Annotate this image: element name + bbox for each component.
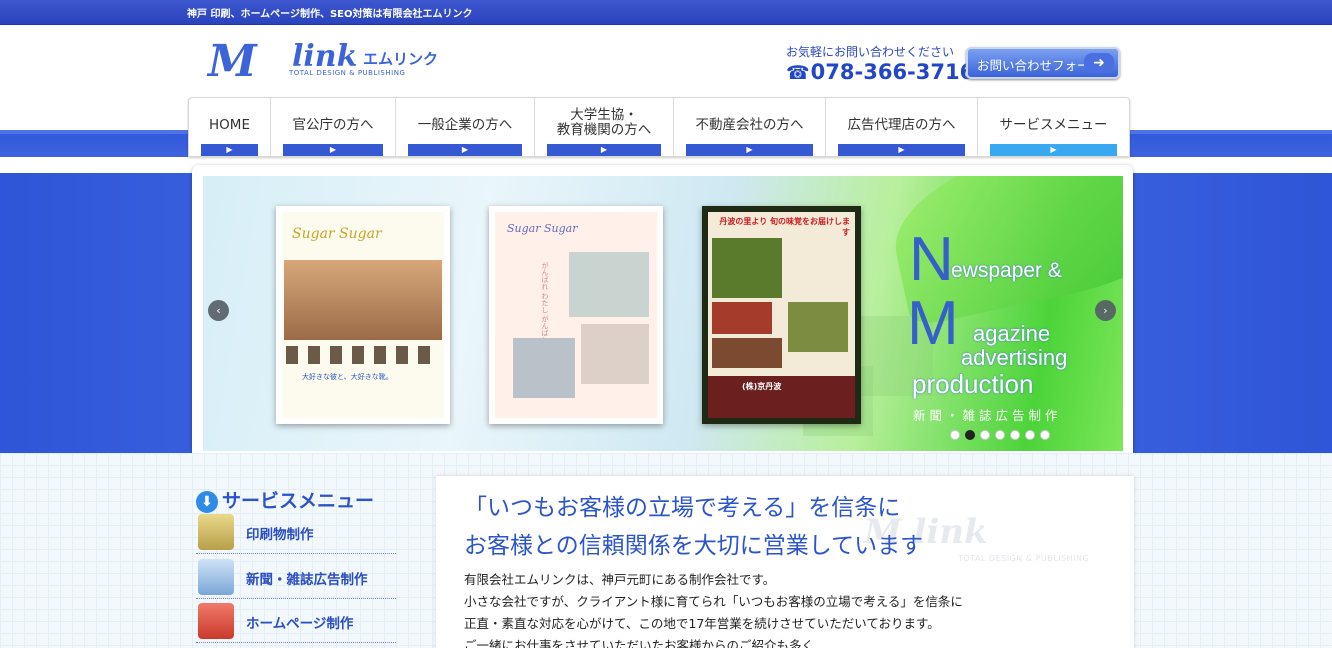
headline-japanese: 新聞・雑誌広告制作 (913, 408, 1062, 423)
storefront-icon (198, 603, 234, 639)
flyer-photo (788, 302, 848, 352)
slider-pagination (950, 430, 1050, 440)
note-icon (198, 514, 234, 550)
global-nav: HOME ▶ 官公庁の方へ ▶ 一般企業の方へ ▶ 大学生協・ 教育機関の方へ … (188, 97, 1130, 157)
contact-form-label: お問い合わせフォーム (977, 58, 1102, 73)
nav-item-agencies[interactable]: 広告代理店の方へ ▶ (826, 98, 978, 156)
services-heading: ⬇ サービスメニュー (196, 486, 374, 513)
nav-label: HOME (209, 117, 250, 133)
nav-item-universities[interactable]: 大学生協・ 教育機関の方へ ▶ (535, 98, 674, 156)
intro-heading-line2: お客様との信頼関係を大切に営業しています (464, 533, 924, 559)
nav-indicator-icon: ▶ (990, 144, 1117, 156)
logo-watermark-sub: TOTAL DESIGN & PUBLISHING (958, 554, 1090, 563)
nav-item-government[interactable]: 官公庁の方へ ▶ (271, 98, 396, 156)
nav-indicator-icon: ▶ (547, 144, 661, 156)
intro-text-line: 小さな会社ですが、クライアント様に育てられ「いつもお客様の立場で考える」を信条に (464, 594, 963, 609)
intro-panel: M link TOTAL DESIGN & PUBLISHING 「いつもお客様… (436, 476, 1134, 648)
flyer-shoes: Sugar Sugar 大好きな彼と、大好きな靴。 (276, 206, 450, 424)
headline-newspaper: ewspaper & (951, 259, 1062, 282)
flyer-photo (581, 324, 649, 384)
slider-next-button[interactable]: › (1095, 300, 1116, 321)
intro-text-line: ご一緒にお仕事をさせていただいたお客様からのご紹介も多く (464, 638, 815, 648)
newspaper-icon (198, 559, 234, 595)
flyer-title: 丹波の里より 旬の味覚をお届けします (719, 217, 850, 237)
service-label: 新聞・雑誌広告制作 (246, 572, 368, 588)
logo-mark: M (208, 36, 257, 87)
headline-magazine: agazine (973, 321, 1051, 346)
headline-advertising: advertising (961, 345, 1068, 370)
nav-indicator-icon: ▶ (201, 144, 258, 156)
flyer-photo (712, 238, 782, 298)
headline-n: N (909, 225, 954, 294)
flyer-shop-name: (株)京丹波 (742, 382, 782, 391)
down-arrow-icon: ⬇ (196, 491, 218, 513)
headline-m: M (907, 289, 959, 358)
nav-indicator-icon: ▶ (408, 144, 522, 156)
slider-dot[interactable] (965, 430, 975, 440)
service-item-print[interactable]: 印刷物制作 (196, 512, 396, 554)
nav-item-companies[interactable]: 一般企業の方へ ▶ (396, 98, 535, 156)
flyer-photo (712, 302, 772, 334)
nav-label: 不動産会社の方へ (695, 117, 804, 133)
nav-item-home[interactable]: HOME ▶ (189, 98, 271, 156)
top-strip: 神戸 印刷、ホームページ制作、SEO対策は有限会社エムリンク (0, 0, 1332, 25)
headline-production: production (912, 369, 1034, 399)
contact-lead: お気軽にお問い合わせください (786, 45, 955, 59)
flyer-shoes-row (286, 346, 440, 364)
flyer-title: Sugar Sugar (292, 226, 382, 242)
phone-text: 078-366-3716 (810, 60, 975, 84)
flyer-photo (284, 260, 442, 340)
slider-dot[interactable] (1040, 430, 1050, 440)
flyer-photo (569, 252, 649, 317)
logo-tagline: TOTAL DESIGN & PUBLISHING (289, 69, 406, 77)
nav-label: 大学生協・ (570, 107, 638, 123)
slider-prev-button[interactable]: ‹ (208, 300, 229, 321)
nav-label-line2: 教育機関の方へ (556, 122, 652, 138)
flyer-photo (712, 338, 782, 368)
flyer-title: Sugar Sugar (507, 222, 578, 235)
nav-label: 一般企業の方へ (417, 117, 513, 133)
flyer-photo (513, 338, 575, 398)
intro-text-line: 正直・素直な対応を心がけて、この地で17年営業を続けさせていただいております。 (464, 616, 940, 631)
flyer-copy: 大好きな彼と、大好きな靴。 (302, 373, 393, 381)
slider-dot[interactable] (950, 430, 960, 440)
nav-indicator-icon: ▶ (838, 144, 965, 156)
intro-heading-line1: 「いつもお客様の立場で考える」を信条に (464, 495, 901, 521)
nav-indicator-icon: ▶ (283, 144, 383, 156)
nav-label: 官公庁の方へ (292, 117, 374, 133)
arrow-right-icon: ➜ (1084, 53, 1114, 73)
service-item-web[interactable]: ホームページ制作 (196, 601, 396, 643)
chevron-left-icon: ‹ (216, 304, 221, 317)
intro-text-line: 有限会社エムリンクは、神戸元町にある制作会社です。 (464, 572, 776, 587)
chevron-right-icon: › (1103, 304, 1108, 317)
nav-item-real-estate[interactable]: 不動産会社の方へ ▶ (674, 98, 826, 156)
service-label: 印刷物制作 (246, 527, 314, 543)
flyer-footer (708, 376, 855, 418)
telephone-icon: ☎ (786, 62, 810, 84)
services-title: サービスメニュー (222, 490, 375, 512)
nav-item-services[interactable]: サービスメニュー ▶ (978, 98, 1129, 156)
slider-dot[interactable] (980, 430, 990, 440)
service-label: ホームページ制作 (246, 616, 354, 632)
slider-image: Sugar Sugar 大好きな彼と、大好きな靴。 Sugar Sugar がん… (203, 176, 1123, 451)
contact-form-button[interactable]: お問い合わせフォーム ➜ (966, 47, 1120, 79)
service-item-newspaper[interactable]: 新聞・雑誌広告制作 (196, 557, 396, 599)
nav-indicator-icon: ▶ (686, 144, 813, 156)
flyer-women: Sugar Sugar がんばれ わたし がんばれ みんな (489, 206, 663, 424)
nav-label: サービスメニュー (999, 117, 1108, 133)
logo-kana: エムリンク (363, 50, 439, 68)
site-tagline: 神戸 印刷、ホームページ制作、SEO対策は有限会社エムリンク (187, 9, 473, 20)
nav-label: 広告代理店の方へ (847, 117, 956, 133)
phone-number: ☎078-366-3716 (786, 60, 974, 84)
slider-dot[interactable] (995, 430, 1005, 440)
slider-dot[interactable] (1010, 430, 1020, 440)
flyer-food: 丹波の里より 旬の味覚をお届けします (株)京丹波 (702, 206, 861, 424)
slider-dot[interactable] (1025, 430, 1035, 440)
